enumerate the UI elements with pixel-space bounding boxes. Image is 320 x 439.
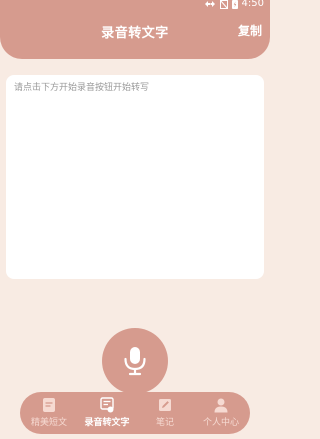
transcript-card <box>6 75 264 279</box>
status-icons: 4:50 <box>204 0 264 10</box>
no-signal-icon <box>219 0 228 9</box>
battery-icon <box>231 0 238 9</box>
tab-notes[interactable]: 笔记 <box>136 397 194 428</box>
tab-profile[interactable]: 个人中心 <box>192 397 250 428</box>
microphone-icon <box>124 347 146 376</box>
transcript-textarea[interactable] <box>14 81 256 271</box>
copy-button[interactable]: 复制 <box>238 22 262 39</box>
data-arrows-icon <box>204 1 215 7</box>
person-icon <box>214 398 228 413</box>
tab-label: 录音转文字 <box>84 418 130 428</box>
tab-label: 个人中心 <box>202 418 239 428</box>
record-to-text-icon <box>100 397 114 413</box>
tab-label: 精美短文 <box>30 418 67 428</box>
record-button[interactable] <box>102 328 168 394</box>
note-edit-icon <box>159 399 171 411</box>
page-title: 录音转文字 <box>101 26 169 41</box>
document-icon <box>43 398 55 412</box>
status-bar: 4:50 <box>0 0 270 12</box>
tab-record-to-text[interactable]: 录音转文字 <box>78 397 136 428</box>
status-time: 4:50 <box>241 0 264 9</box>
tab-short-essays[interactable]: 精美短文 <box>20 397 78 428</box>
tab-label: 笔记 <box>155 418 174 428</box>
app-header: 4:50 录音转文字 复制 <box>0 0 270 59</box>
